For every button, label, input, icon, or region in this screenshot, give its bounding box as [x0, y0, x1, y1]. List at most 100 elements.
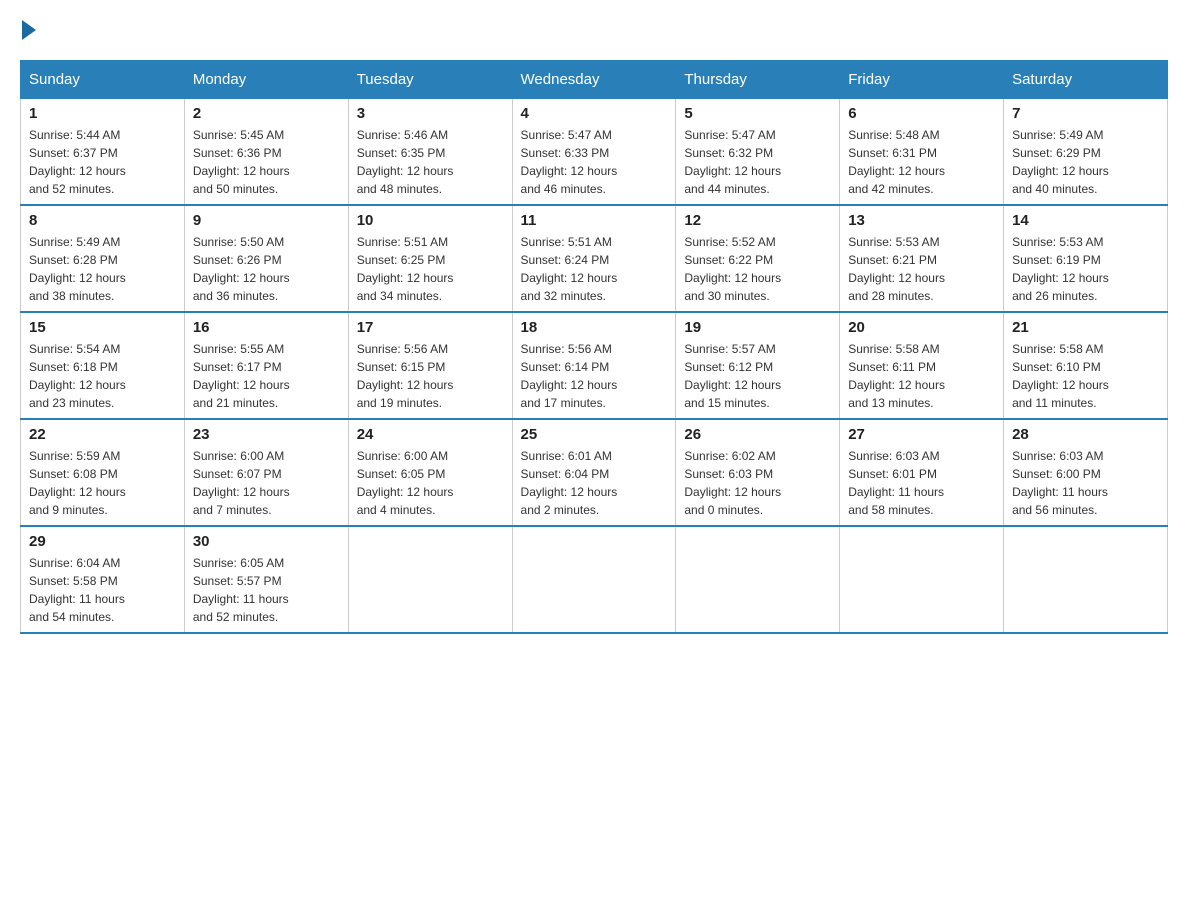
calendar-cell [348, 526, 512, 633]
calendar-cell: 17 Sunrise: 5:56 AMSunset: 6:15 PMDayligh… [348, 312, 512, 419]
calendar-cell: 4 Sunrise: 5:47 AMSunset: 6:33 PMDaylight… [512, 99, 676, 206]
day-info: Sunrise: 5:51 AMSunset: 6:24 PMDaylight:… [521, 233, 668, 305]
day-number: 27 [848, 426, 995, 443]
day-info: Sunrise: 5:54 AMSunset: 6:18 PMDaylight:… [29, 340, 176, 412]
weekday-header-row: SundayMondayTuesdayWednesdayThursdayFrid… [21, 61, 1168, 99]
calendar-table: SundayMondayTuesdayWednesdayThursdayFrid… [20, 60, 1168, 634]
day-number: 9 [193, 212, 340, 229]
day-number: 20 [848, 319, 995, 336]
calendar-week-3: 15 Sunrise: 5:54 AMSunset: 6:18 PMDayligh… [21, 312, 1168, 419]
calendar-cell: 23 Sunrise: 6:00 AMSunset: 6:07 PMDayligh… [184, 419, 348, 526]
page-header [20, 20, 1168, 40]
calendar-cell: 10 Sunrise: 5:51 AMSunset: 6:25 PMDayligh… [348, 205, 512, 312]
day-number: 23 [193, 426, 340, 443]
calendar-cell: 28 Sunrise: 6:03 AMSunset: 6:00 PMDayligh… [1004, 419, 1168, 526]
day-info: Sunrise: 5:44 AMSunset: 6:37 PMDaylight:… [29, 126, 176, 198]
day-info: Sunrise: 5:49 AMSunset: 6:29 PMDaylight:… [1012, 126, 1159, 198]
calendar-cell: 12Sunrise: 5:52 AMSunset: 6:22 PMDayligh… [676, 205, 840, 312]
day-info: Sunrise: 5:47 AMSunset: 6:33 PMDaylight:… [521, 126, 668, 198]
day-info: Sunrise: 5:58 AMSunset: 6:10 PMDaylight:… [1012, 340, 1159, 412]
day-info: Sunrise: 6:05 AMSunset: 5:57 PMDaylight:… [193, 554, 340, 626]
weekday-header-saturday: Saturday [1004, 61, 1168, 99]
weekday-header-friday: Friday [840, 61, 1004, 99]
calendar-week-1: 1 Sunrise: 5:44 AMSunset: 6:37 PMDaylight… [21, 99, 1168, 206]
calendar-cell: 1 Sunrise: 5:44 AMSunset: 6:37 PMDaylight… [21, 99, 185, 206]
day-info: Sunrise: 5:45 AMSunset: 6:36 PMDaylight:… [193, 126, 340, 198]
day-number: 11 [521, 212, 668, 229]
calendar-cell: 29 Sunrise: 6:04 AMSunset: 5:58 PMDayligh… [21, 526, 185, 633]
calendar-cell: 22Sunrise: 5:59 AMSunset: 6:08 PMDayligh… [21, 419, 185, 526]
calendar-cell: 6Sunrise: 5:48 AMSunset: 6:31 PMDaylight… [840, 99, 1004, 206]
day-number: 24 [357, 426, 504, 443]
weekday-header-monday: Monday [184, 61, 348, 99]
day-number: 18 [521, 319, 668, 336]
day-number: 4 [521, 105, 668, 122]
calendar-cell: 16 Sunrise: 5:55 AMSunset: 6:17 PMDayligh… [184, 312, 348, 419]
day-info: Sunrise: 5:46 AMSunset: 6:35 PMDaylight:… [357, 126, 504, 198]
weekday-header-tuesday: Tuesday [348, 61, 512, 99]
calendar-cell [512, 526, 676, 633]
calendar-cell: 3 Sunrise: 5:46 AMSunset: 6:35 PMDaylight… [348, 99, 512, 206]
day-number: 16 [193, 319, 340, 336]
logo-text [20, 20, 38, 40]
day-info: Sunrise: 6:04 AMSunset: 5:58 PMDaylight:… [29, 554, 176, 626]
calendar-cell: 21 Sunrise: 5:58 AMSunset: 6:10 PMDayligh… [1004, 312, 1168, 419]
calendar-week-5: 29 Sunrise: 6:04 AMSunset: 5:58 PMDayligh… [21, 526, 1168, 633]
calendar-cell: 15 Sunrise: 5:54 AMSunset: 6:18 PMDayligh… [21, 312, 185, 419]
weekday-header-sunday: Sunday [21, 61, 185, 99]
day-info: Sunrise: 5:55 AMSunset: 6:17 PMDaylight:… [193, 340, 340, 412]
day-number: 1 [29, 105, 176, 122]
day-info: Sunrise: 5:56 AMSunset: 6:15 PMDaylight:… [357, 340, 504, 412]
day-info: Sunrise: 5:56 AMSunset: 6:14 PMDaylight:… [521, 340, 668, 412]
logo-arrow-icon [22, 20, 36, 40]
day-number: 6 [848, 105, 995, 122]
day-info: Sunrise: 5:57 AMSunset: 6:12 PMDaylight:… [684, 340, 831, 412]
day-info: Sunrise: 5:49 AMSunset: 6:28 PMDaylight:… [29, 233, 176, 305]
day-info: Sunrise: 6:02 AMSunset: 6:03 PMDaylight:… [684, 447, 831, 519]
day-number: 30 [193, 533, 340, 550]
day-number: 15 [29, 319, 176, 336]
day-number: 19 [684, 319, 831, 336]
calendar-cell: 30 Sunrise: 6:05 AMSunset: 5:57 PMDayligh… [184, 526, 348, 633]
calendar-cell: 19 Sunrise: 5:57 AMSunset: 6:12 PMDayligh… [676, 312, 840, 419]
day-number: 3 [357, 105, 504, 122]
calendar-cell: 5 Sunrise: 5:47 AMSunset: 6:32 PMDaylight… [676, 99, 840, 206]
calendar-cell: 8 Sunrise: 5:49 AMSunset: 6:28 PMDaylight… [21, 205, 185, 312]
day-number: 26 [684, 426, 831, 443]
day-info: Sunrise: 6:00 AMSunset: 6:05 PMDaylight:… [357, 447, 504, 519]
day-number: 5 [684, 105, 831, 122]
calendar-cell [1004, 526, 1168, 633]
calendar-cell: 11 Sunrise: 5:51 AMSunset: 6:24 PMDayligh… [512, 205, 676, 312]
calendar-cell: 25Sunrise: 6:01 AMSunset: 6:04 PMDayligh… [512, 419, 676, 526]
day-number: 25 [521, 426, 668, 443]
calendar-cell: 20Sunrise: 5:58 AMSunset: 6:11 PMDayligh… [840, 312, 1004, 419]
day-number: 12 [684, 212, 831, 229]
day-info: Sunrise: 6:03 AMSunset: 6:01 PMDaylight:… [848, 447, 995, 519]
day-number: 7 [1012, 105, 1159, 122]
calendar-cell: 26 Sunrise: 6:02 AMSunset: 6:03 PMDayligh… [676, 419, 840, 526]
calendar-week-2: 8 Sunrise: 5:49 AMSunset: 6:28 PMDaylight… [21, 205, 1168, 312]
weekday-header-wednesday: Wednesday [512, 61, 676, 99]
day-number: 17 [357, 319, 504, 336]
day-number: 21 [1012, 319, 1159, 336]
day-info: Sunrise: 5:51 AMSunset: 6:25 PMDaylight:… [357, 233, 504, 305]
day-number: 14 [1012, 212, 1159, 229]
calendar-cell: 13Sunrise: 5:53 AMSunset: 6:21 PMDayligh… [840, 205, 1004, 312]
day-info: Sunrise: 5:53 AMSunset: 6:19 PMDaylight:… [1012, 233, 1159, 305]
day-number: 29 [29, 533, 176, 550]
calendar-cell [840, 526, 1004, 633]
calendar-cell: 14 Sunrise: 5:53 AMSunset: 6:19 PMDayligh… [1004, 205, 1168, 312]
day-info: Sunrise: 6:03 AMSunset: 6:00 PMDaylight:… [1012, 447, 1159, 519]
day-info: Sunrise: 5:47 AMSunset: 6:32 PMDaylight:… [684, 126, 831, 198]
calendar-cell: 18 Sunrise: 5:56 AMSunset: 6:14 PMDayligh… [512, 312, 676, 419]
day-number: 28 [1012, 426, 1159, 443]
calendar-cell: 24 Sunrise: 6:00 AMSunset: 6:05 PMDayligh… [348, 419, 512, 526]
day-number: 8 [29, 212, 176, 229]
day-info: Sunrise: 5:59 AMSunset: 6:08 PMDaylight:… [29, 447, 176, 519]
logo [20, 20, 38, 40]
day-number: 10 [357, 212, 504, 229]
day-info: Sunrise: 5:53 AMSunset: 6:21 PMDaylight:… [848, 233, 995, 305]
day-info: Sunrise: 6:00 AMSunset: 6:07 PMDaylight:… [193, 447, 340, 519]
calendar-cell: 9Sunrise: 5:50 AMSunset: 6:26 PMDaylight… [184, 205, 348, 312]
day-number: 2 [193, 105, 340, 122]
